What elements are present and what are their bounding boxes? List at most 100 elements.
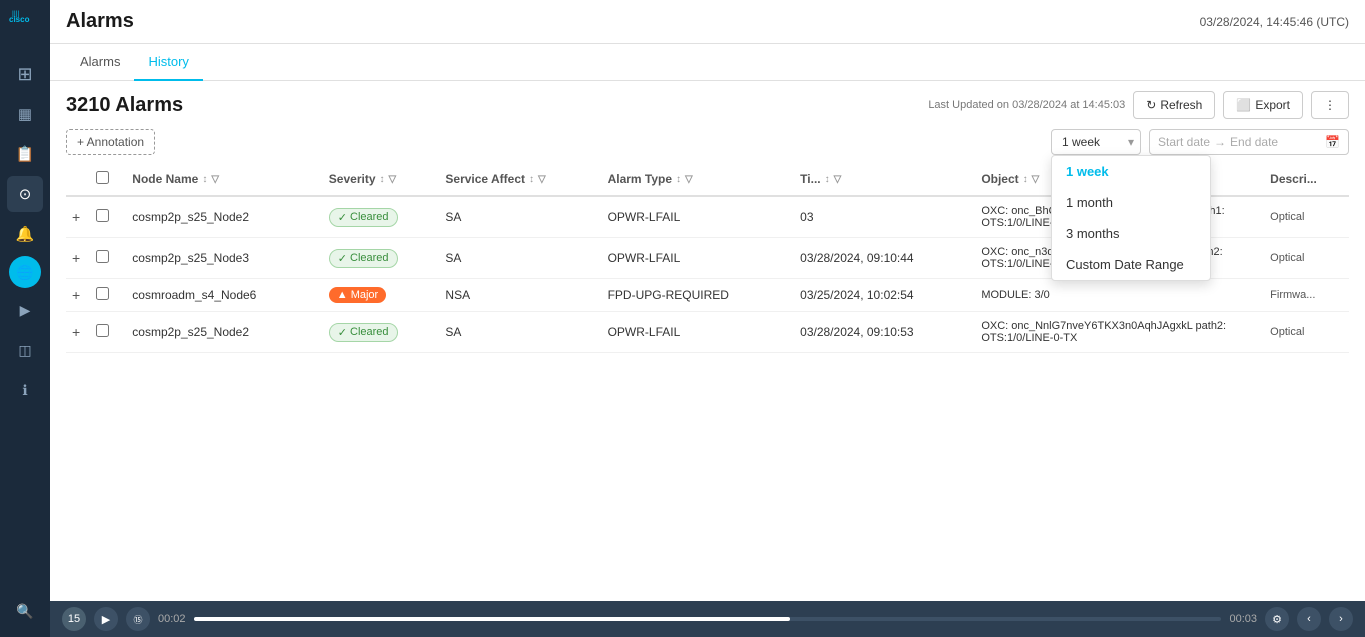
tab-history[interactable]: History (134, 44, 202, 81)
severity-icon: ✓ (338, 211, 347, 224)
service-affect-cell: SA (439, 196, 601, 238)
sidebar-item-search[interactable]: 🔍 (7, 593, 43, 629)
prev-button[interactable]: ‹ (1297, 607, 1321, 631)
dropdown-item-1month[interactable]: 1 month (1052, 187, 1210, 218)
tab-bar: Alarms History (50, 44, 1365, 81)
next-button[interactable]: › (1329, 607, 1353, 631)
severity-icon: ▲ (337, 289, 348, 301)
description-cell: Firmwa... (1264, 279, 1349, 312)
checkbox-cell (90, 196, 126, 238)
header-timestamp: 03/28/2024, 14:45:46 (UTC) (1200, 15, 1349, 29)
end-date-placeholder: End date (1230, 135, 1278, 149)
severity-cell: ✓ Cleared (323, 238, 440, 279)
settings-playback-button[interactable]: ⚙ (1265, 607, 1289, 631)
sidebar-item-home[interactable]: ⊞ (7, 56, 43, 92)
th-node-name: Node Name ↕ ▽ (126, 163, 323, 196)
checkbox-cell (90, 238, 126, 279)
select-all-checkbox[interactable] (96, 171, 109, 184)
filter-row: + Annotation 1 week ▾ 1 week 1 month 3 m… (50, 129, 1365, 163)
expand-button[interactable]: + (72, 287, 80, 303)
sort-icon-alarm-type[interactable]: ↕ (676, 174, 681, 185)
calendar-icon: 📅 (1325, 135, 1340, 149)
sidebar-item-docs[interactable]: 📋 (7, 136, 43, 172)
export-button[interactable]: ⬜ Export (1223, 91, 1303, 119)
annotation-label: + Annotation (77, 135, 144, 149)
filter-icon-object[interactable]: ▽ (1032, 174, 1040, 185)
row-checkbox[interactable] (96, 324, 109, 337)
description-cell: Optical (1264, 238, 1349, 279)
export-label: Export (1255, 98, 1290, 112)
time-cell: 03 (794, 196, 975, 238)
expand-button[interactable]: + (72, 324, 80, 340)
sidebar-item-network[interactable]: ⊙ (7, 176, 43, 212)
expand-cell: + (66, 196, 90, 238)
th-expand (66, 163, 90, 196)
toolbar-right: Last Updated on 03/28/2024 at 14:45:03 ↻… (928, 91, 1349, 119)
refresh-icon: ↻ (1146, 98, 1156, 112)
time-cell: 03/28/2024, 09:10:53 (794, 312, 975, 353)
alarm-type-cell: OPWR-LFAIL (602, 238, 795, 279)
row-checkbox[interactable] (96, 209, 109, 222)
svg-text:||||: |||| (12, 11, 19, 18)
checkbox-cell (90, 279, 126, 312)
sidebar-item-dashboard[interactable]: ▦ (7, 96, 43, 132)
node-name-cell: cosmp2p_s25_Node2 (126, 312, 323, 353)
progress-bar[interactable] (194, 617, 1222, 621)
time-start: 00:02 (158, 613, 186, 625)
time-cell: 03/28/2024, 09:10:44 (794, 238, 975, 279)
node-name-cell: cosmroadm_s4_Node6 (126, 279, 323, 312)
row-checkbox[interactable] (96, 250, 109, 263)
more-button[interactable]: ⋮ (1311, 91, 1349, 119)
filter-icon-severity[interactable]: ▽ (389, 174, 397, 185)
th-service-affect: Service Affect ↕ ▽ (439, 163, 601, 196)
sidebar-item-play[interactable]: ▶ (7, 292, 43, 328)
sort-icon-service[interactable]: ↕ (529, 174, 534, 185)
start-date-placeholder: Start date (1158, 135, 1210, 149)
th-alarm-type: Alarm Type ↕ ▽ (602, 163, 795, 196)
filter-icon-node[interactable]: ▽ (211, 174, 219, 185)
severity-cell: ✓ Cleared (323, 312, 440, 353)
sidebar-item-alarms[interactable]: 🔔 (7, 216, 43, 252)
tab-alarms[interactable]: Alarms (66, 44, 134, 81)
filter-icon-service[interactable]: ▽ (538, 174, 546, 185)
filter-icon-time[interactable]: ▽ (834, 174, 842, 185)
more-icon: ⋮ (1324, 98, 1336, 112)
badge-number: 15 (62, 607, 86, 631)
severity-icon: ✓ (338, 252, 347, 265)
expand-button[interactable]: + (72, 209, 80, 225)
time-range-wrapper: 1 week ▾ 1 week 1 month 3 months Custom … (1051, 129, 1141, 155)
skip-forward-button[interactable]: ⑮ (126, 607, 150, 631)
alarm-type-cell: OPWR-LFAIL (602, 312, 795, 353)
table-row: + cosmp2p_s25_Node2 ✓ Cleared SA OPWR-LF… (66, 312, 1349, 353)
severity-badge: ✓ Cleared (329, 249, 398, 268)
bottom-right: 00:03 ⚙ ‹ › (1229, 607, 1353, 631)
table-row: + cosmroadm_s4_Node6 ▲ Major NSA FPD-UPG… (66, 279, 1349, 312)
sidebar-item-globe[interactable]: 🌐 (9, 256, 41, 288)
date-range-input[interactable]: Start date → End date 📅 (1149, 129, 1349, 155)
sort-icon-time[interactable]: ↕ (825, 174, 830, 185)
dropdown-item-1week[interactable]: 1 week (1052, 156, 1210, 187)
time-range-select[interactable]: 1 week ▾ (1051, 129, 1141, 155)
dropdown-item-custom[interactable]: Custom Date Range (1052, 249, 1210, 280)
severity-cell: ✓ Cleared (323, 196, 440, 238)
expand-button[interactable]: + (72, 250, 80, 266)
play-button[interactable]: ▶ (94, 607, 118, 631)
sort-icon-node[interactable]: ↕ (202, 174, 207, 185)
dropdown-item-3months[interactable]: 3 months (1052, 218, 1210, 249)
row-checkbox[interactable] (96, 287, 109, 300)
time-range-dropdown: 1 week 1 month 3 months Custom Date Rang… (1051, 155, 1211, 281)
node-name-cell: cosmp2p_s25_Node2 (126, 196, 323, 238)
refresh-button[interactable]: ↻ Refresh (1133, 91, 1215, 119)
sidebar-item-settings[interactable]: ℹ (7, 372, 43, 408)
sort-icon-severity[interactable]: ↕ (380, 174, 385, 185)
refresh-label: Refresh (1160, 98, 1202, 112)
expand-cell: + (66, 238, 90, 279)
filter-icon-alarm-type[interactable]: ▽ (685, 174, 693, 185)
service-affect-cell: NSA (439, 279, 601, 312)
alarm-type-cell: FPD-UPG-REQUIRED (602, 279, 795, 312)
annotation-button[interactable]: + Annotation (66, 129, 155, 155)
sort-icon-object[interactable]: ↕ (1023, 174, 1028, 185)
th-description: Descri... (1264, 163, 1349, 196)
sidebar-item-layers[interactable]: ◫ (7, 332, 43, 368)
progress-bar-fill (194, 617, 790, 621)
